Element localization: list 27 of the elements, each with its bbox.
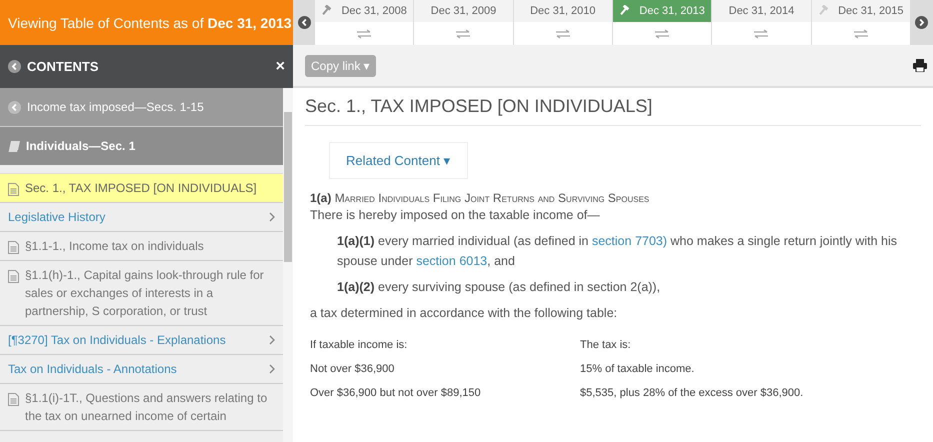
current-section-item[interactable]: Individuals—Sec. 1 [0,127,283,165]
document-item[interactable]: §1.1-1., Income tax on individuals [0,232,283,261]
related-link-item[interactable]: [¶3270] Tax on Individuals - Explanations [0,326,283,355]
table-cell: $5,535, plus 28% of the excess over $36,900. [580,387,804,399]
table-cell: Over $36,900 but not over $89,150 [310,387,481,399]
column-header: The tax is: [580,339,631,351]
column-header: If taxable income is: [310,339,408,351]
section-heading: 1(a) Married Individuals Filing Joint Returns and Surviving Spouses [310,191,650,205]
table-cell: 15% of taxable income. [580,363,694,375]
document-title: Sec. 1., TAX IMPOSED [ON INDIVIDUALS] [305,96,921,126]
paragraph: There is hereby imposed on the taxable income of— [310,207,601,224]
document-item[interactable]: Sec. 1., TAX IMPOSED [ON INDIVIDUALS] [0,173,283,203]
table-cell: Not over $36,900 [310,363,394,375]
related-content-button[interactable]: Related Content ▾ [329,142,468,179]
parent-section-item[interactable]: Income tax imposed—Secs. 1-15 [0,88,283,127]
copy-link-button[interactable]: Copy link ▾ [305,54,376,76]
close-button[interactable]: × [276,58,285,76]
related-link-item[interactable]: Tax on Individuals - Annotations [0,355,283,384]
timeline-tab[interactable]: Dec 31, 2013 [612,0,712,22]
paragraph: a tax determined in accordance with the following table: [310,305,618,322]
contents-title: CONTENTS [27,59,98,74]
section-link[interactable]: section 6013 [416,254,488,268]
paragraph: 1(a)(1) every married individual (as defined in section 7703) who makes a single return jointly with his spouse under section 6013, and [337,233,898,270]
related-link-item[interactable]: Legislative History [0,203,283,232]
viewing-banner: Viewing Table of Contents as of Dec 31, 2013 [0,0,293,45]
paragraph: 1(a)(2) every surviving spouse (as defined in section 2(a)), [337,279,662,296]
section-link[interactable]: section 7703) [592,234,668,248]
